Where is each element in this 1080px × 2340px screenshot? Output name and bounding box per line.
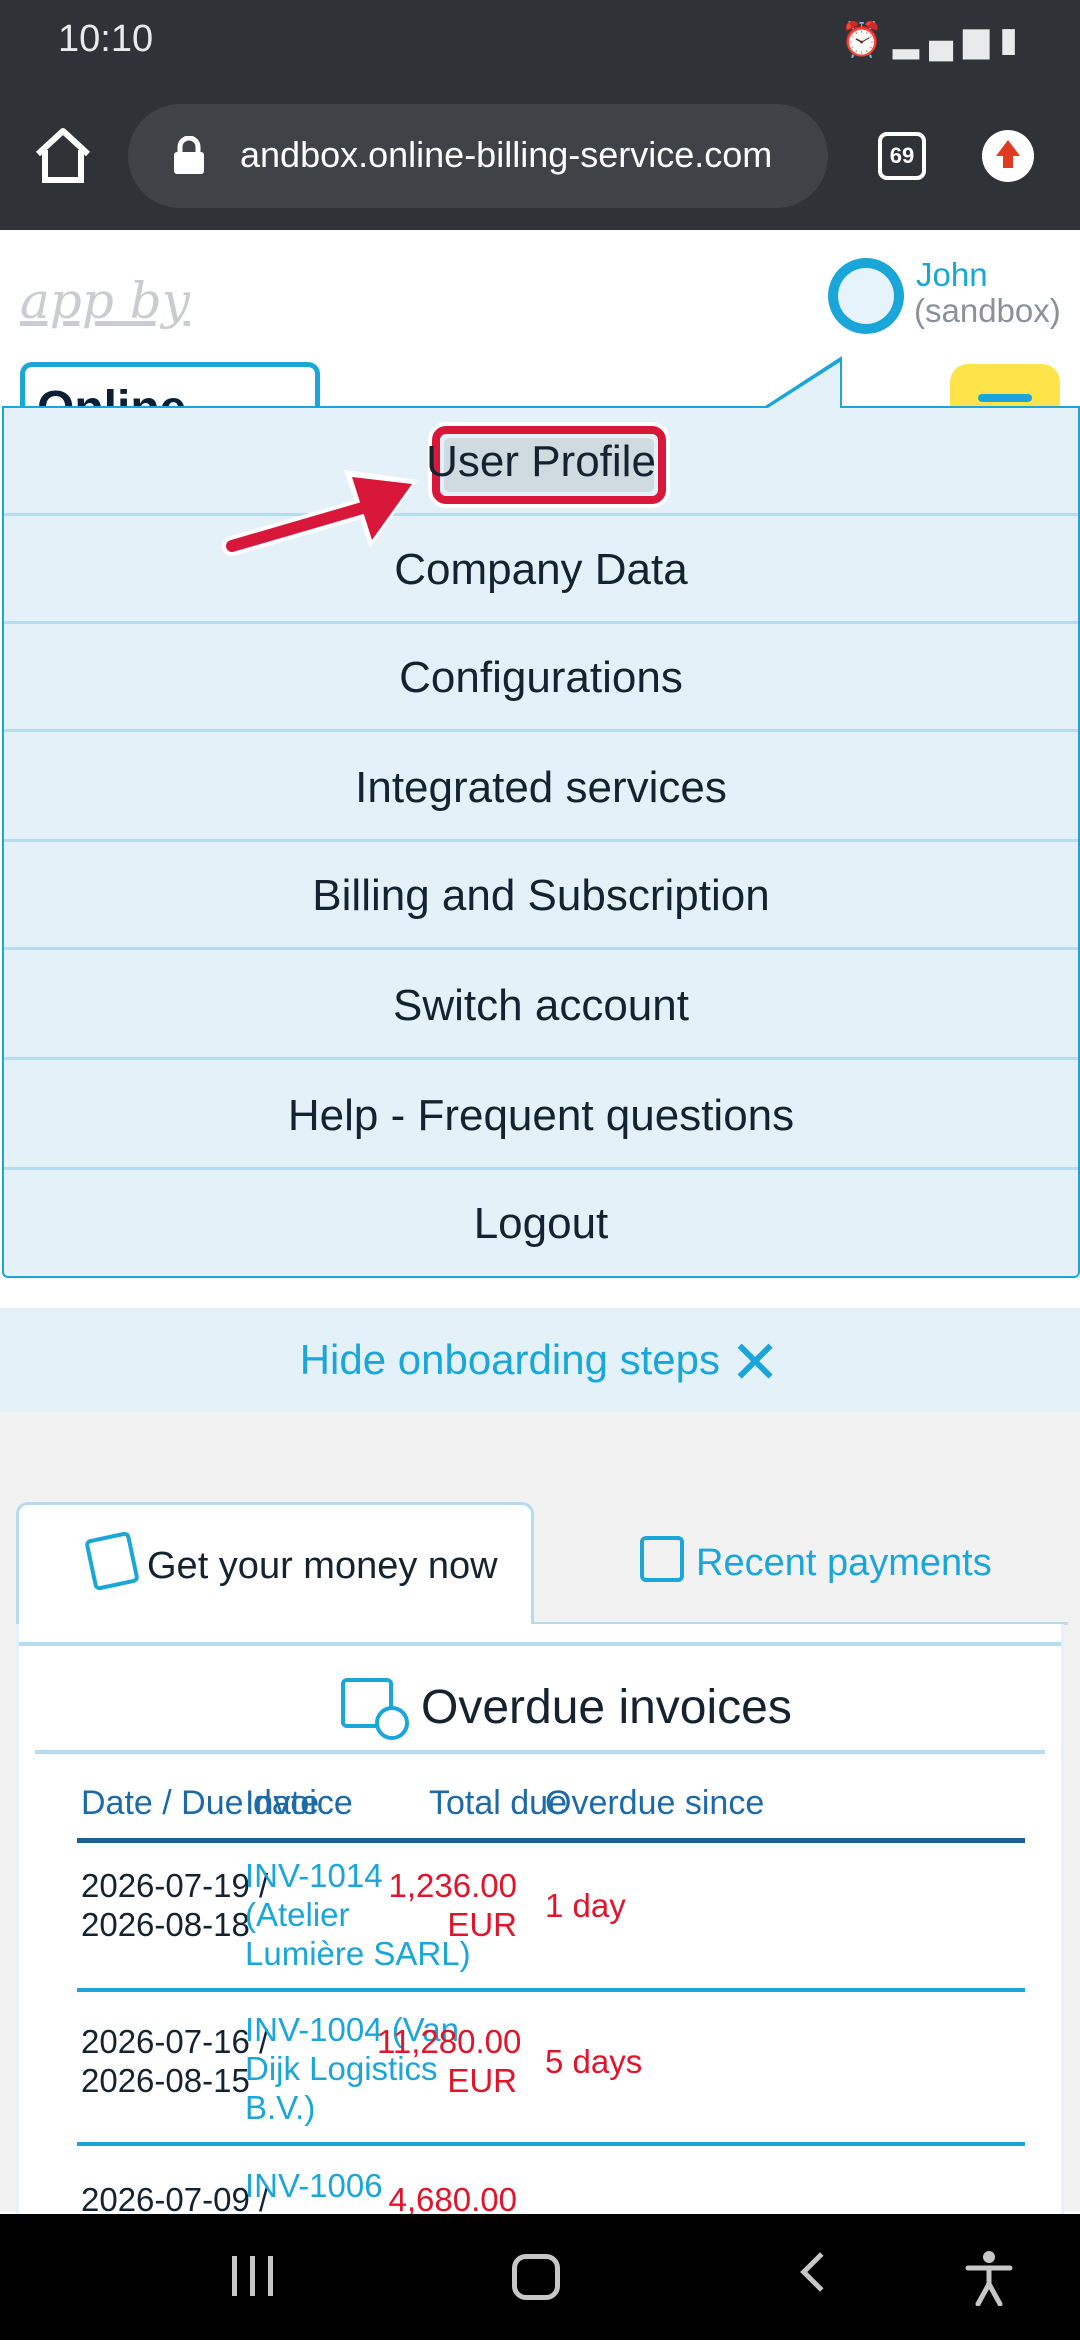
- url-text: andbox.online-billing-service.com: [240, 134, 773, 175]
- browser-toolbar: andbox.online-billing-service.com 69: [0, 82, 1080, 230]
- home-nav-icon[interactable]: [512, 2254, 560, 2300]
- hide-onboarding-button[interactable]: Hide onboarding steps ✕: [0, 1308, 1080, 1412]
- back-icon[interactable]: [800, 2252, 840, 2292]
- onboarding-bar: Hide onboarding steps ✕: [0, 1308, 1080, 1412]
- row-total: 11,280.00 EUR: [377, 2023, 522, 2099]
- money-icon: [84, 1530, 140, 1592]
- accessibility-icon[interactable]: [964, 2250, 1014, 2306]
- divider: [19, 1642, 1061, 1646]
- system-nav-bar: [0, 2214, 1080, 2340]
- tab-get-money[interactable]: Get your money now: [16, 1502, 534, 1624]
- tab-recent-payments[interactable]: Recent payments: [540, 1502, 1064, 1624]
- status-time: 10:10: [58, 18, 154, 60]
- column-header-overdue-since[interactable]: Overdue since: [545, 1784, 764, 1823]
- onboarding-strip: [0, 1278, 1080, 1308]
- menu-item-user-profile[interactable]: User Profile: [4, 408, 1078, 516]
- menu-item-configurations[interactable]: Configurations: [4, 624, 1078, 732]
- upload-icon[interactable]: [982, 130, 1034, 182]
- close-icon[interactable]: ✕: [730, 1332, 780, 1393]
- battery-icon: ▮: [999, 21, 1028, 59]
- alarm-icon: ⏰: [840, 21, 893, 59]
- lock-icon: [174, 136, 204, 174]
- menu-item-help[interactable]: Help - Frequent questions: [4, 1062, 1078, 1170]
- menu-item-billing-subscription[interactable]: Billing and Subscription: [4, 842, 1078, 950]
- menu-item-switch-account[interactable]: Switch account: [4, 952, 1078, 1060]
- row-total: 1,236.00 EUR: [388, 1867, 517, 1943]
- divider: [35, 1750, 1045, 1754]
- recents-icon[interactable]: [232, 2256, 276, 2296]
- status-icons: ⏰▂▄▆▮: [841, 20, 1028, 60]
- column-header-invoice[interactable]: Invoice: [245, 1784, 353, 1823]
- menu-item-integrated-services[interactable]: Integrated services: [4, 734, 1078, 842]
- home-icon[interactable]: [30, 122, 96, 188]
- clock-icon: [375, 1706, 409, 1740]
- user-account-type: (sandbox): [914, 292, 1061, 329]
- section-title: Overdue invoices: [421, 1681, 792, 1734]
- hide-onboarding-label: Hide onboarding steps: [299, 1336, 720, 1383]
- tab-label: Get your money now: [147, 1545, 498, 1587]
- menu-item-logout[interactable]: Logout: [4, 1170, 1078, 1278]
- user-name[interactable]: John: [916, 256, 988, 294]
- signal-icon: ▂▄▆: [892, 21, 1000, 59]
- dropdown-caret-inner: [768, 362, 840, 408]
- row-overdue-since: 1 day: [545, 1887, 626, 1924]
- header-divider: [77, 1838, 1025, 1843]
- payments-icon: [640, 1536, 684, 1582]
- user-dropdown-menu: User Profile Company Data Configurations…: [2, 406, 1080, 1278]
- annotation-arrow-icon: [222, 470, 418, 556]
- menu-item-label: User Profile: [426, 437, 656, 486]
- row-divider: [77, 1988, 1025, 1992]
- overdue-panel: Overdue invoices Date / Due date Invoice…: [16, 1624, 1064, 2224]
- row-divider: [77, 2142, 1025, 2146]
- row-overdue-since: 5 days: [545, 2043, 643, 2080]
- tab-label: Recent payments: [696, 1542, 992, 1584]
- menu-item-company-data[interactable]: Company Data: [4, 516, 1078, 624]
- app-by-label: app by: [20, 272, 190, 330]
- avatar[interactable]: [828, 258, 904, 334]
- status-bar: 10:10 ⏰▂▄▆▮: [0, 0, 1080, 82]
- address-bar[interactable]: andbox.online-billing-service.com: [128, 104, 828, 208]
- tab-switcher-button[interactable]: 69: [878, 132, 926, 180]
